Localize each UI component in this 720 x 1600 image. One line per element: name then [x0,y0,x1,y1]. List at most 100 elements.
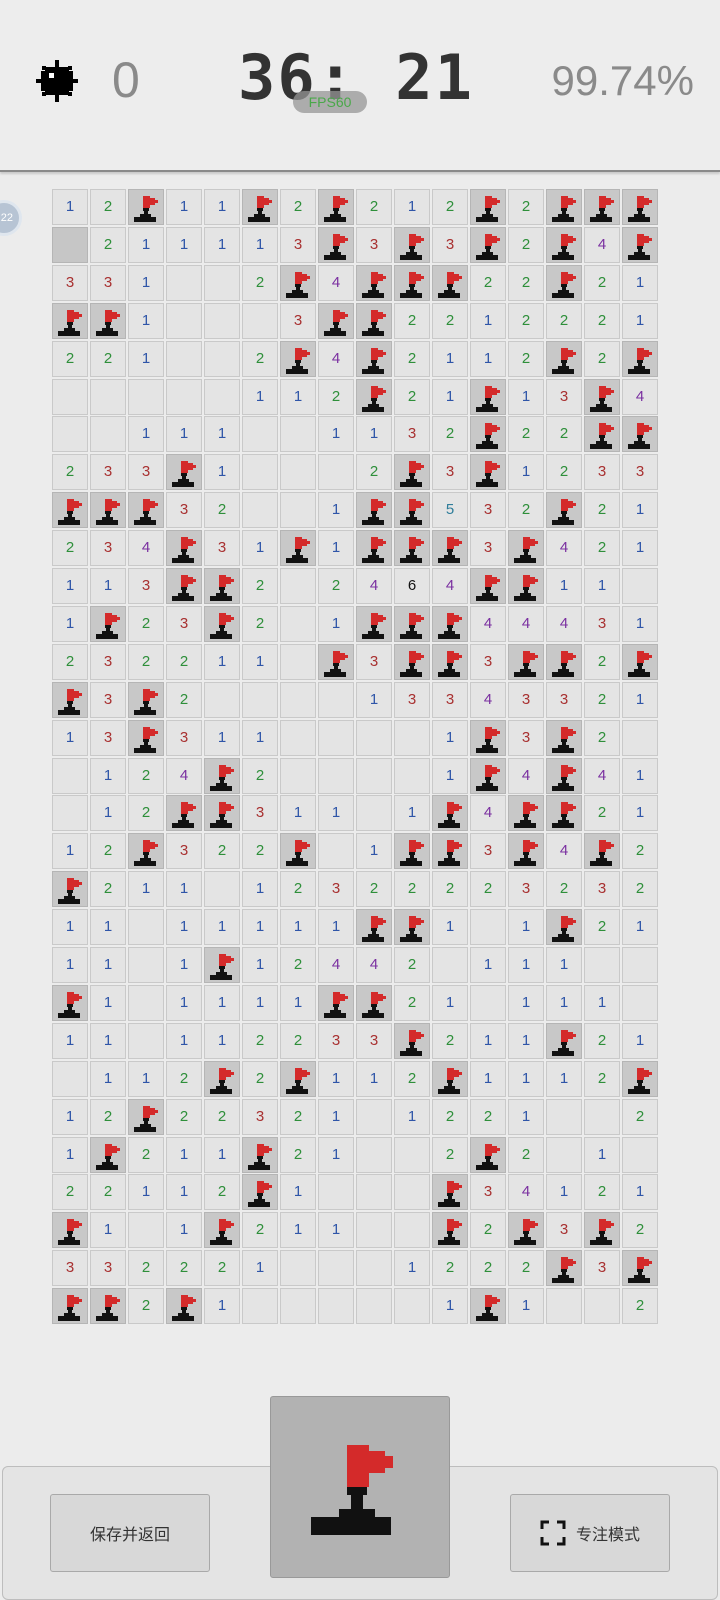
empty-cell[interactable] [280,643,316,680]
number-cell[interactable]: 1 [128,264,164,301]
number-cell[interactable]: 1 [356,1060,392,1097]
flagged-cell[interactable] [128,833,164,870]
empty-cell[interactable] [546,1288,582,1325]
empty-cell[interactable] [394,719,430,756]
number-cell[interactable]: 1 [166,984,202,1021]
number-cell[interactable]: 1 [204,643,240,680]
number-cell[interactable]: 4 [128,530,164,567]
number-cell[interactable]: 3 [52,264,88,301]
flagged-cell[interactable] [470,189,506,225]
flagged-cell[interactable] [394,1022,430,1059]
number-cell[interactable]: 3 [546,378,582,415]
flagged-cell[interactable] [622,1060,658,1097]
number-cell[interactable]: 4 [470,681,506,718]
number-cell[interactable]: 2 [432,871,468,908]
empty-cell[interactable] [470,984,506,1021]
number-cell[interactable]: 2 [204,833,240,870]
number-cell[interactable]: 3 [394,681,430,718]
number-cell[interactable]: 2 [432,189,468,225]
flagged-cell[interactable] [356,264,392,301]
number-cell[interactable]: 1 [242,719,278,756]
number-cell[interactable]: 2 [508,302,544,339]
number-cell[interactable]: 1 [546,1174,582,1211]
number-cell[interactable]: 1 [204,909,240,946]
number-cell[interactable]: 2 [394,871,430,908]
flagged-cell[interactable] [470,568,506,604]
empty-cell[interactable] [280,568,316,604]
number-cell[interactable]: 2 [584,909,620,946]
number-cell[interactable]: 4 [318,340,354,377]
flagged-cell[interactable] [508,568,544,604]
number-cell[interactable]: 1 [280,909,316,946]
empty-cell[interactable] [242,492,278,529]
flagged-cell[interactable] [584,378,620,415]
number-cell[interactable]: 2 [432,1250,468,1287]
empty-cell[interactable] [356,795,392,832]
number-cell[interactable]: 1 [622,302,658,339]
flagged-cell[interactable] [356,492,392,529]
flagged-cell[interactable] [584,189,620,225]
number-cell[interactable]: 1 [90,947,126,983]
number-cell[interactable]: 1 [318,909,354,946]
flagged-cell[interactable] [470,226,506,263]
number-cell[interactable]: 4 [584,226,620,263]
flagged-cell[interactable] [90,302,126,339]
flagged-cell[interactable] [394,643,430,680]
number-cell[interactable]: 1 [242,643,278,680]
flagged-cell[interactable] [204,568,240,604]
number-cell[interactable]: 1 [242,909,278,946]
flagged-cell[interactable] [584,833,620,870]
number-cell[interactable]: 1 [52,1022,88,1059]
flagged-cell[interactable] [546,492,582,529]
number-cell[interactable]: 4 [470,795,506,832]
number-cell[interactable]: 2 [166,1098,202,1135]
empty-cell[interactable] [52,378,88,415]
number-cell[interactable]: 2 [508,416,544,453]
number-cell[interactable]: 1 [432,757,468,794]
flagged-cell[interactable] [204,795,240,832]
number-cell[interactable]: 1 [90,757,126,794]
empty-cell[interactable] [90,378,126,415]
number-cell[interactable]: 1 [546,568,582,604]
number-cell[interactable]: 2 [432,1022,468,1059]
number-cell[interactable]: 4 [584,757,620,794]
empty-cell[interactable] [356,1212,392,1249]
number-cell[interactable]: 2 [584,1060,620,1097]
empty-cell[interactable] [166,302,202,339]
number-cell[interactable]: 2 [204,492,240,529]
number-cell[interactable]: 2 [242,1212,278,1249]
number-cell[interactable]: 1 [90,795,126,832]
empty-cell[interactable] [242,302,278,339]
number-cell[interactable]: 1 [204,454,240,491]
flagged-cell[interactable] [356,605,392,642]
number-cell[interactable]: 3 [432,681,468,718]
flagged-cell[interactable] [622,643,658,680]
number-cell[interactable]: 1 [52,1136,88,1173]
number-cell[interactable]: 3 [318,1022,354,1059]
empty-cell[interactable] [394,757,430,794]
number-cell[interactable]: 2 [622,1212,658,1249]
empty-cell[interactable] [432,947,468,983]
number-cell[interactable]: 2 [242,833,278,870]
number-cell[interactable]: 1 [622,1174,658,1211]
flagged-cell[interactable] [90,1136,126,1173]
number-cell[interactable]: 1 [280,378,316,415]
number-cell[interactable]: 2 [546,454,582,491]
number-cell[interactable]: 2 [584,492,620,529]
empty-cell[interactable] [394,1174,430,1211]
number-cell[interactable]: 2 [166,681,202,718]
number-cell[interactable]: 2 [52,530,88,567]
number-cell[interactable]: 1 [584,568,620,604]
number-cell[interactable]: 2 [128,757,164,794]
empty-cell[interactable] [128,909,164,946]
number-cell[interactable]: 2 [508,264,544,301]
number-cell[interactable]: 1 [90,909,126,946]
empty-cell[interactable] [52,1060,88,1097]
number-cell[interactable]: 1 [432,378,468,415]
number-cell[interactable]: 2 [584,1174,620,1211]
number-cell[interactable]: 2 [280,189,316,225]
empty-cell[interactable] [242,454,278,491]
flagged-cell[interactable] [432,1060,468,1097]
flagged-cell[interactable] [356,909,392,946]
save-and-return-button[interactable]: 保存并返回 [50,1494,210,1572]
